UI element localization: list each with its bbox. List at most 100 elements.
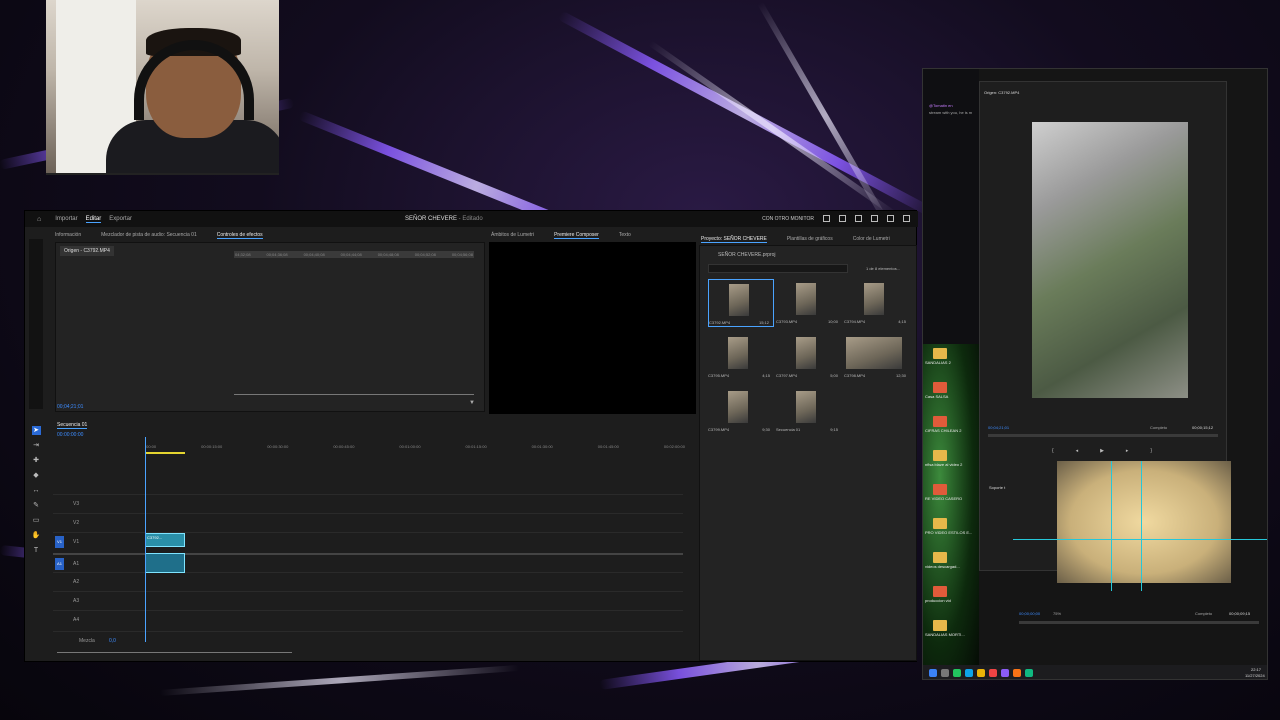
monitor-duration: 00;00;15;12: [1192, 425, 1214, 430]
track-select-tool-icon[interactable]: ⇥: [32, 441, 41, 450]
ruler-tick: 00;04;52;08: [414, 252, 436, 257]
tab-text[interactable]: Texto: [619, 232, 631, 238]
folder-icon[interactable]: [933, 552, 947, 563]
project-item[interactable]: C3794.MP4 4;15: [844, 279, 910, 327]
premiere-composer-panel: [489, 242, 696, 414]
playhead[interactable]: [145, 437, 146, 642]
export-tab[interactable]: Exportar: [109, 216, 132, 222]
selection-tool-icon[interactable]: ➤: [31, 426, 41, 435]
mix-value[interactable]: 0,0: [109, 638, 116, 644]
timeline-zoom-scrollbar[interactable]: [57, 652, 292, 653]
monitor-timecode[interactable]: 00;04;21;01: [988, 425, 1009, 430]
edit-tab[interactable]: Editar: [85, 216, 102, 223]
type-tool-icon[interactable]: T: [32, 546, 41, 555]
panels-icon[interactable]: [855, 215, 862, 222]
hand-tool-icon[interactable]: ✋: [32, 531, 41, 540]
mark-in-icon[interactable]: {: [1052, 448, 1054, 454]
pen-tool-icon[interactable]: ✎: [32, 501, 41, 510]
edge-icon[interactable]: [965, 669, 973, 677]
project-search-input[interactable]: [708, 264, 848, 273]
video-clip[interactable]: C3792...: [145, 533, 185, 547]
fit-dropdown[interactable]: Completo: [1150, 425, 1167, 430]
workspace-icon[interactable]: [823, 215, 830, 222]
workspace-controls: CON OTRO MONITOR: [762, 215, 910, 222]
rectangle-tool-icon[interactable]: ▭: [32, 516, 41, 525]
app-icon[interactable]: [953, 669, 961, 677]
source-timecode[interactable]: 00;04;21;01: [57, 404, 83, 410]
folder-icon[interactable]: [933, 586, 947, 597]
audio-clip[interactable]: [145, 553, 185, 573]
progress-icon[interactable]: [887, 215, 894, 222]
tab-lumetri-color[interactable]: Color de Lumetri: [853, 236, 890, 242]
folder-icon[interactable]: [933, 484, 947, 495]
tab-audio-mixer[interactable]: Mezclador de pista de audio: Secuencia 0…: [101, 232, 197, 238]
app-icon[interactable]: [989, 669, 997, 677]
home-icon[interactable]: ⌂: [37, 216, 41, 223]
app-icon[interactable]: [1025, 669, 1033, 677]
effect-controls-panel: Origen - C3792.MP4 04;32;08 00;04;36;08 …: [55, 242, 485, 412]
item-duration: 9;15: [830, 427, 838, 432]
folder-icon[interactable]: [933, 620, 947, 631]
timeline-tick: 00:00:30:00: [267, 444, 289, 449]
start-icon[interactable]: [929, 669, 937, 677]
mark-out-icon[interactable]: }: [1150, 448, 1152, 454]
program-scrubber[interactable]: [1019, 621, 1259, 624]
step-back-icon[interactable]: ◂: [1076, 448, 1079, 454]
workspace-label[interactable]: CON OTRO MONITOR: [762, 216, 814, 222]
folder-icon[interactable]: [933, 450, 947, 461]
project-item[interactable]: Secuencia 01 9;15: [776, 387, 842, 435]
track-a4[interactable]: A4: [53, 610, 683, 628]
project-item[interactable]: C3795.MP4 4;15: [708, 333, 774, 381]
track-v3[interactable]: V3: [53, 494, 683, 512]
app-icon[interactable]: [1013, 669, 1021, 677]
folder-icon[interactable]: [933, 382, 947, 393]
track-a2[interactable]: A2: [53, 572, 683, 590]
project-item[interactable]: C3792.MP4 15;12: [708, 279, 774, 327]
tab-sequence-01[interactable]: Secuencia 01: [57, 422, 88, 429]
timeline-tick: 00:02:00:00: [663, 444, 685, 449]
work-area-bar[interactable]: [145, 452, 185, 454]
folder-icon[interactable]: [933, 518, 947, 529]
program-timecode[interactable]: 00;00;00;00: [1019, 611, 1040, 616]
folder-icon[interactable]: [933, 416, 947, 427]
explorer-icon[interactable]: [977, 669, 985, 677]
play-icon[interactable]: ▶: [1100, 448, 1104, 454]
track-v2[interactable]: V2: [53, 513, 683, 531]
tab-premiere-composer[interactable]: Premiere Composer: [554, 232, 599, 239]
track-label: A4: [73, 617, 80, 623]
monitor-scrubber[interactable]: [988, 434, 1218, 437]
razor-tool-icon[interactable]: ◆: [32, 471, 41, 480]
slip-tool-icon[interactable]: ↔: [32, 486, 41, 495]
program-fit[interactable]: Completo: [1195, 611, 1212, 616]
item-name: C3792.MP4: [709, 320, 731, 325]
share-icon[interactable]: [839, 215, 846, 222]
project-item[interactable]: C3798.MP4 12;30: [844, 333, 910, 381]
folder-icon[interactable]: [933, 348, 947, 359]
sequence-timecode[interactable]: 00:00:00:00: [57, 432, 83, 438]
source-clip-dropdown[interactable]: Origen - C3792.MP4: [60, 246, 114, 256]
track-a3[interactable]: A3: [53, 591, 683, 609]
ripple-edit-tool-icon[interactable]: ✚: [32, 456, 41, 465]
import-tab[interactable]: Importar: [55, 216, 77, 222]
project-item[interactable]: C3797.MP4 5;00: [776, 333, 842, 381]
project-item[interactable]: C3799.MP4 9;30: [708, 387, 774, 435]
zoom-scrollbar[interactable]: [234, 394, 474, 395]
ruler-tick: 04;32;08: [235, 252, 251, 257]
search-icon[interactable]: [871, 215, 878, 222]
track-target-badge[interactable]: V1: [55, 536, 64, 548]
tab-project[interactable]: Proyecto: SEÑOR CHEVERE: [701, 236, 767, 243]
chat-message: @Tomatin en: [929, 103, 953, 108]
filter-icon[interactable]: ▼: [469, 400, 475, 406]
step-forward-icon[interactable]: ▸: [1126, 448, 1129, 454]
search-icon[interactable]: [941, 669, 949, 677]
premiere-icon[interactable]: [1001, 669, 1009, 677]
tab-effect-controls[interactable]: Controles de efectos: [216, 232, 263, 239]
items-count: 1 de 8 elementos...: [866, 266, 901, 271]
tab-info[interactable]: Información: [55, 232, 81, 238]
track-target-badge[interactable]: A1: [55, 558, 64, 570]
program-zoom[interactable]: 75%: [1053, 611, 1061, 616]
tab-graphics-templates[interactable]: Plantillas de gráficos: [787, 236, 833, 242]
project-item[interactable]: C3793.MP4 10;00: [776, 279, 842, 327]
fullscreen-icon[interactable]: [903, 215, 910, 222]
tab-lumetri-scopes[interactable]: Ámbitos de Lumetri: [491, 232, 534, 238]
